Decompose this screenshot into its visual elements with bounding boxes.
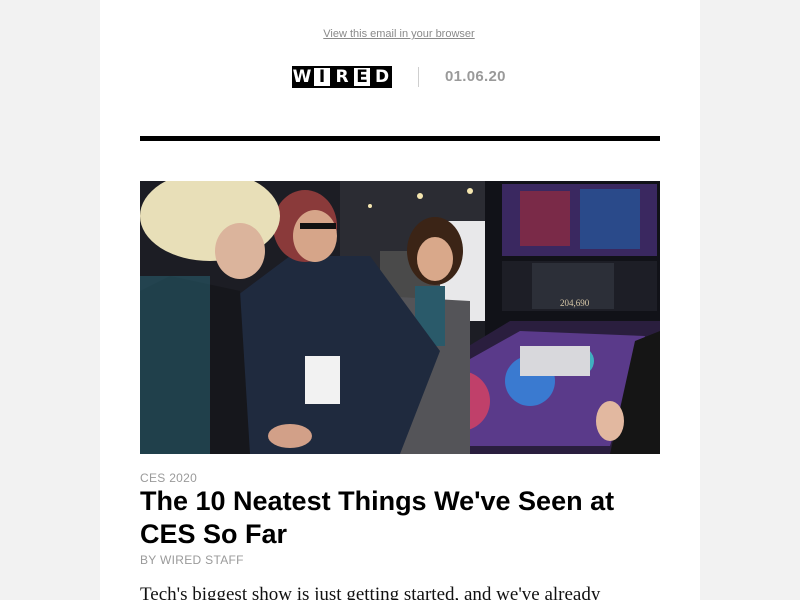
issue-date: 01.06.20 — [445, 68, 506, 85]
logo-letter: D — [372, 66, 392, 88]
pinball-score: 204,690 — [560, 298, 590, 308]
logo-letter: W — [292, 66, 312, 88]
masthead: W I R E D 01.06.20 — [100, 66, 700, 88]
header-rule — [140, 136, 660, 141]
logo-letter: I — [312, 66, 332, 88]
logo-letter: E — [352, 66, 372, 88]
hero-image[interactable]: 204,690 — [140, 181, 660, 454]
masthead-divider — [418, 67, 419, 87]
article-headline[interactable]: The 10 Neatest Things We've Seen at CES … — [140, 485, 660, 551]
view-in-browser-link[interactable]: View this email in your browser — [100, 28, 698, 40]
article-dek: Tech's biggest show is just getting star… — [140, 584, 601, 600]
article-kicker[interactable]: CES 2020 — [140, 471, 197, 485]
email-body: View this email in your browser W I R E … — [100, 0, 700, 600]
hero-photo-illustration: 204,690 — [140, 181, 660, 454]
article-byline: BY WIRED STAFF — [140, 553, 244, 567]
logo-letter: R — [332, 66, 352, 88]
wired-logo[interactable]: W I R E D — [292, 66, 392, 88]
